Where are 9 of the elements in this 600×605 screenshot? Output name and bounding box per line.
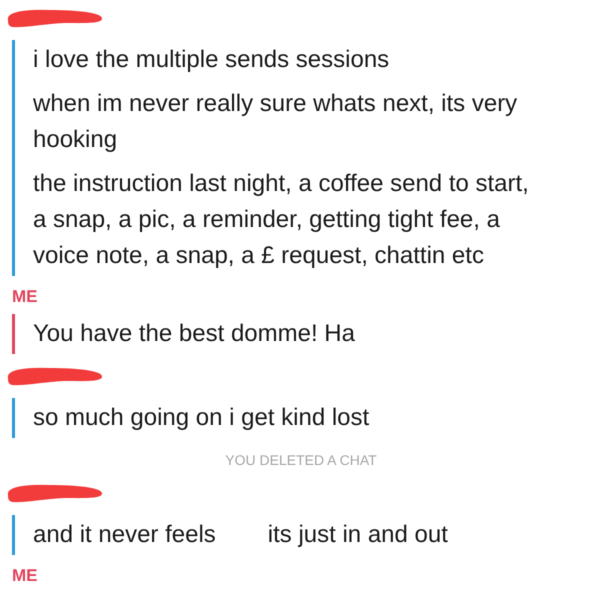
message-text: You have the best domme! Ha [33, 319, 355, 349]
message-text: so much going on i get kind lost [33, 403, 370, 433]
message-text: its just in and out [268, 520, 448, 550]
sender-label: ME [12, 565, 38, 587]
message-text: i love the multiple sends sessions [33, 45, 390, 75]
message-text: and it never feels [33, 520, 216, 550]
deleted-chat-notice: YOU DELETED A CHAT [224, 451, 378, 470]
message-text: the instruction last night, a coffee send to start, a snap, a pic, a reminder, getting tight fee, a voice note, a snap, a £ request, chattin etc [33, 169, 530, 271]
sender-label: ME [12, 286, 38, 308]
